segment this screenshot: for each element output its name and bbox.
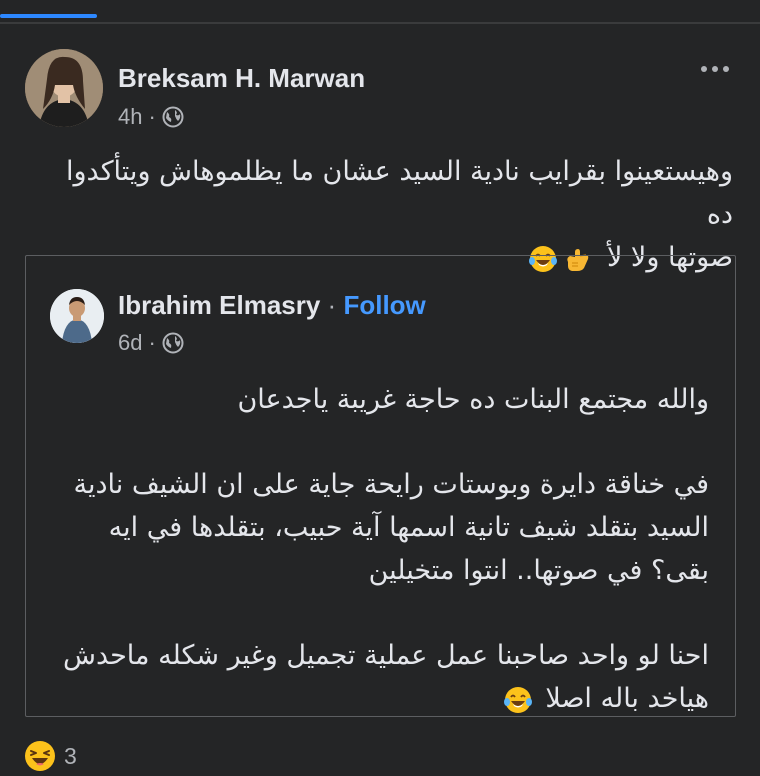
- post-text-line-1: وهيستعينوا بقرايب نادية السيد عشان ما يظ…: [65, 156, 733, 230]
- active-tab-indicator: [0, 14, 97, 18]
- tears-of-joy-emoji-icon: [503, 686, 532, 713]
- post-time[interactable]: 4h: [118, 104, 142, 130]
- header-separator: ·: [327, 290, 337, 320]
- more-dot-icon: [712, 66, 718, 72]
- shared-paragraph-3: احنا لو واحد صاحبنا عمل عملية تجميل وغير…: [49, 634, 709, 720]
- shared-post-text: والله مجتمع البنات ده حاجة غريبة ياجدعان…: [49, 378, 709, 720]
- post-header: Breksam H. Marwan 4h ·: [25, 49, 735, 129]
- follow-button[interactable]: Follow: [343, 290, 425, 320]
- more-dot-icon: [701, 66, 707, 72]
- author-avatar[interactable]: [25, 49, 103, 127]
- author-name[interactable]: Breksam H. Marwan: [118, 63, 365, 94]
- shared-post[interactable]: Ibrahim Elmasry · Follow 6d · والله مجتم…: [25, 255, 736, 717]
- shared-author-avatar[interactable]: [50, 289, 104, 343]
- globe-icon[interactable]: [162, 332, 184, 354]
- haha-reaction-icon[interactable]: [24, 740, 56, 772]
- globe-icon[interactable]: [162, 106, 184, 128]
- shared-paragraph-1: والله مجتمع البنات ده حاجة غريبة ياجدعان: [237, 384, 709, 415]
- more-options-button[interactable]: [695, 59, 735, 79]
- reaction-count[interactable]: 3: [64, 743, 77, 770]
- shared-header: Ibrahim Elmasry · Follow: [118, 290, 426, 321]
- post-meta: 4h ·: [118, 104, 184, 130]
- meta-separator: ·: [148, 104, 156, 129]
- more-dot-icon: [723, 66, 729, 72]
- meta-separator: ·: [148, 330, 156, 355]
- reactions-summary[interactable]: 3: [24, 740, 77, 772]
- top-bar: [0, 0, 760, 24]
- shared-paragraph-3-text: احنا لو واحد صاحبنا عمل عملية تجميل وغير…: [62, 640, 709, 714]
- shared-meta: 6d ·: [118, 330, 184, 356]
- shared-post-time[interactable]: 6d: [118, 330, 142, 356]
- shared-paragraph-2: في خناقة دايرة وبوستات رايحة جاية على ان…: [73, 469, 709, 586]
- shared-author-name[interactable]: Ibrahim Elmasry: [118, 290, 320, 320]
